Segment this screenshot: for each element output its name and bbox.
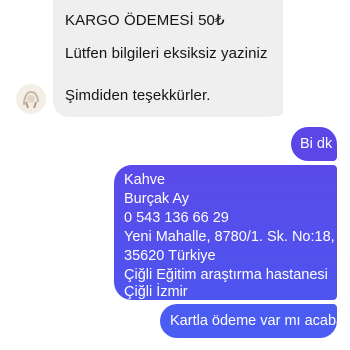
address-line: Çiğli İzmir (124, 284, 188, 300)
incoming-message-text: Şimdiden teşekkürler. (65, 87, 211, 104)
address-line: 35620 Türkiye (124, 248, 216, 264)
address-line: Kahve (124, 172, 166, 188)
outgoing-message-text: Bi dk (300, 136, 333, 152)
user-avatar-icon[interactable] (16, 84, 46, 114)
outgoing-message-text: Kartla ödeme var mı acaba (170, 313, 345, 329)
outgoing-message-bubble[interactable]: Bi dk (291, 127, 337, 161)
incoming-message-text: Lütfen bilgileri eksiksiz yaziniz (65, 45, 268, 62)
incoming-message-text: KARGO ÖDEMESİ 50₺ (65, 12, 225, 29)
message-thread: KARGO ÖDEMESİ 50₺ Lütfen bilgileri eksik… (0, 0, 350, 350)
address-line: Yeni Mahalle, 8780/1. Sk. No:18, (124, 229, 335, 245)
address-line: Burçak Ay (124, 191, 190, 207)
incoming-message-bubble[interactable]: Şimdiden teşekkürler. (53, 79, 283, 117)
outgoing-message-bubble[interactable]: Kartla ödeme var mı acaba (160, 304, 344, 338)
phone-number: 0 543 136 66 29 (124, 210, 229, 226)
outgoing-message-bubble[interactable]: Kahve Burçak Ay 0 543 136 66 29 Yeni Mah… (114, 165, 337, 300)
